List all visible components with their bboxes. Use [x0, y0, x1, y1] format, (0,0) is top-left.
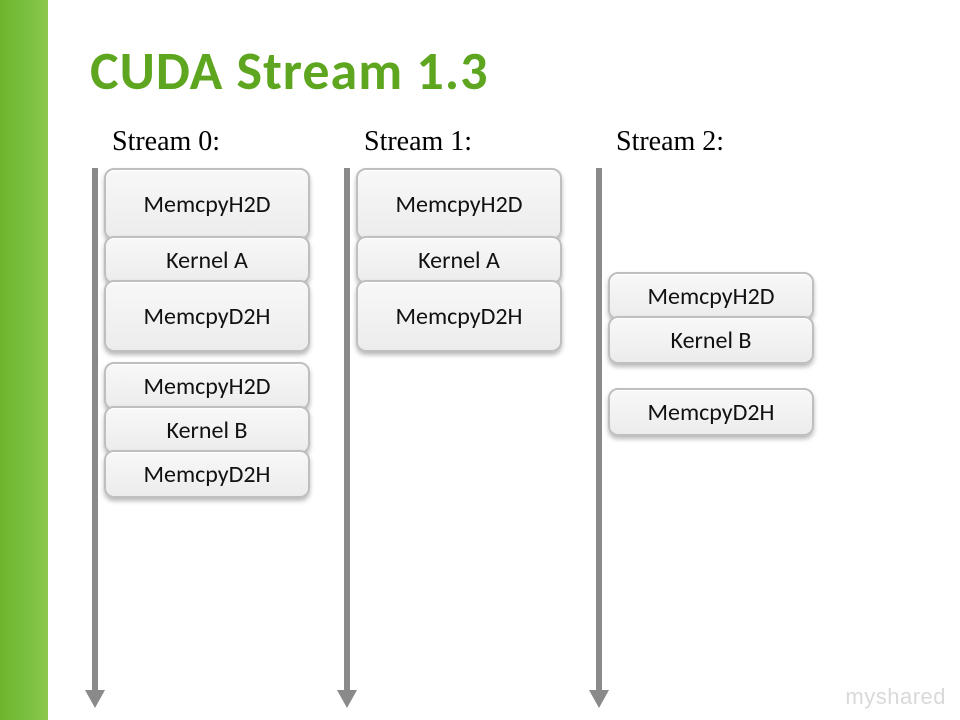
timeline-arrow: [344, 168, 350, 690]
stream-label: Stream 1:: [364, 126, 576, 158]
stream-columns: Stream 0: MemcpyH2D Kernel A MemcpyD2H M…: [98, 126, 888, 696]
op-memcpy-d2h: MemcpyD2H: [608, 388, 814, 436]
slide-title: CUDA Stream 1.3: [90, 38, 489, 104]
watermark: myshared: [845, 684, 946, 710]
timeline-arrow: [92, 168, 98, 690]
op-memcpy-d2h: MemcpyD2H: [104, 280, 310, 352]
stream-blocks: MemcpyH2D Kernel B MemcpyD2H: [608, 276, 818, 436]
left-accent-bar: [0, 0, 48, 720]
op-memcpy-d2h: MemcpyD2H: [104, 450, 310, 498]
stream-label: Stream 0:: [112, 126, 324, 158]
stream-column-1: Stream 1: MemcpyH2D Kernel A MemcpyD2H: [350, 126, 576, 696]
op-memcpy-h2d: MemcpyH2D: [104, 168, 310, 240]
op-memcpy-h2d: MemcpyH2D: [104, 362, 310, 410]
stream-column-2: Stream 2: MemcpyH2D Kernel B MemcpyD2H: [602, 126, 828, 696]
op-memcpy-d2h: MemcpyD2H: [356, 280, 562, 352]
stream-column-0: Stream 0: MemcpyH2D Kernel A MemcpyD2H M…: [98, 126, 324, 696]
stream-blocks: MemcpyH2D Kernel A MemcpyD2H MemcpyH2D K…: [104, 172, 314, 498]
stream-label: Stream 2:: [616, 126, 828, 158]
op-kernel-a: Kernel A: [356, 236, 562, 284]
stream-blocks: MemcpyH2D Kernel A MemcpyD2H: [356, 172, 566, 352]
timeline-arrow: [596, 168, 602, 690]
op-memcpy-h2d: MemcpyH2D: [356, 168, 562, 240]
op-kernel-a: Kernel A: [104, 236, 310, 284]
op-memcpy-h2d: MemcpyH2D: [608, 272, 814, 320]
op-kernel-b: Kernel B: [104, 406, 310, 454]
op-kernel-b: Kernel B: [608, 316, 814, 364]
